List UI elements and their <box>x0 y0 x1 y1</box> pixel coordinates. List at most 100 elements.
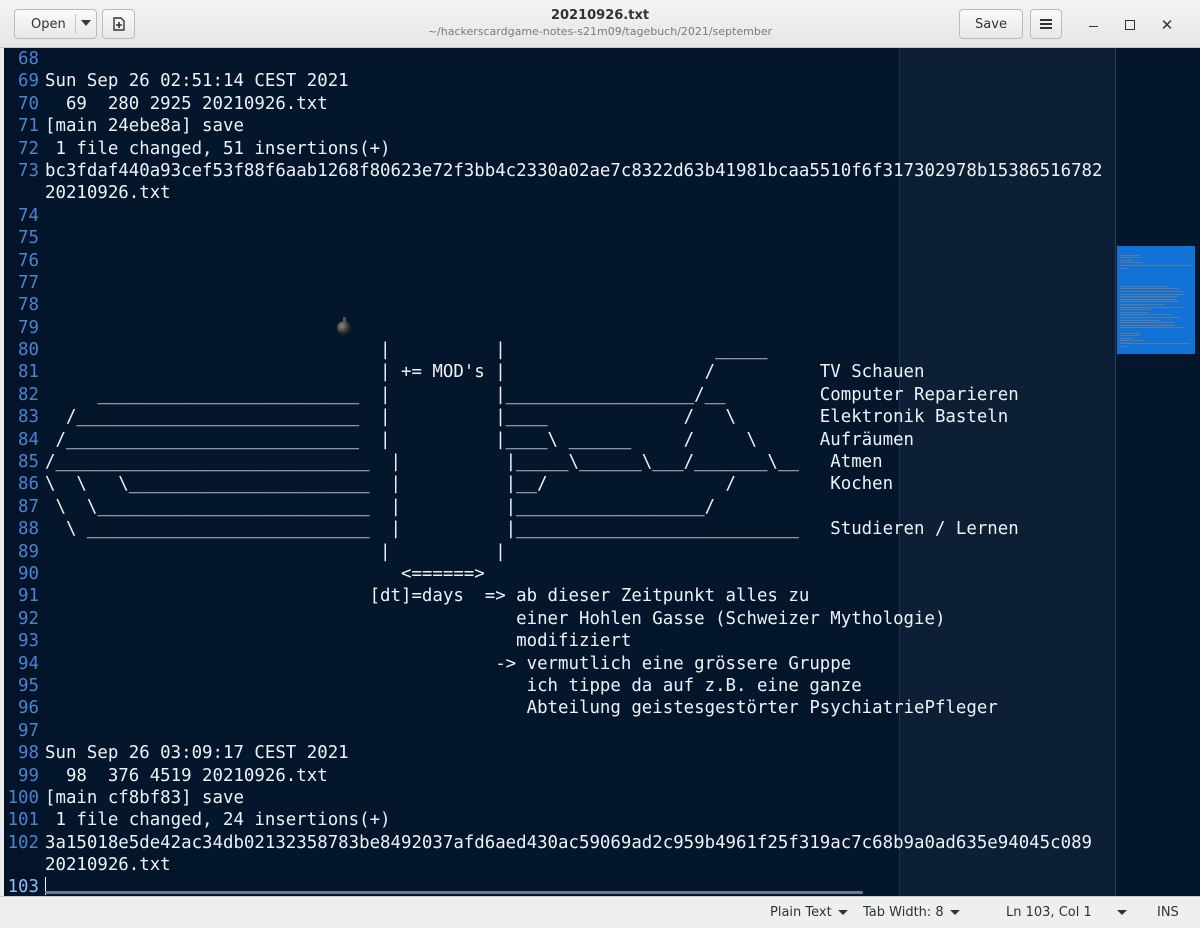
minimap-line <box>1120 327 1184 329</box>
cursor-position[interactable]: Ln 103, Col 1 <box>1006 904 1092 921</box>
line-number: 79 <box>18 317 39 338</box>
chevron-down-icon <box>81 20 91 26</box>
insert-mode-indicator: INS <box>1157 905 1179 920</box>
line-number: 102 <box>7 832 39 853</box>
text-line: modifiziert <box>45 631 632 652</box>
minimap-line <box>1120 293 1185 295</box>
minimap-line <box>1120 309 1151 311</box>
text-line: \ \ \_______________________ | |__/ / Ko… <box>45 474 894 495</box>
text-line <box>45 317 1115 339</box>
line-number: 71 <box>18 116 39 137</box>
text-line <box>45 250 1115 272</box>
minimap-line <box>1120 291 1186 292</box>
text-line: \ \__________________________ | |_______… <box>45 496 716 517</box>
minimap-line <box>1120 345 1129 347</box>
minimap-line <box>1120 265 1191 266</box>
new-document-button[interactable] <box>102 9 135 39</box>
header-bar: Open 20210926.txt ~/hackerscardgame-note… <box>0 0 1200 48</box>
open-button[interactable]: Open <box>14 9 97 39</box>
text-line: 20210926.txt <box>45 855 171 876</box>
line-number: 73 <box>18 160 39 181</box>
minimap-line <box>1120 285 1169 287</box>
tab-width-selector[interactable]: Tab Width: 8 <box>863 904 960 921</box>
line-number: 69 <box>18 71 39 92</box>
minimap-line <box>1120 324 1175 326</box>
chevron-down-icon <box>837 910 848 915</box>
text-line: einer Hohlen Gasse (Schweizer Mythologie… <box>45 608 946 629</box>
text-line: /___________________________ | |____ / \… <box>45 407 1009 428</box>
text-line: \ ___________________________ | |_______… <box>45 519 1019 540</box>
text-line: [main 24ebe8a] save <box>45 116 244 137</box>
line-number: 95 <box>18 675 39 696</box>
minimap-line <box>1120 267 1129 269</box>
line-number: 103 <box>7 877 39 896</box>
line-number: 97 <box>18 720 39 741</box>
line-number: 84 <box>18 429 39 450</box>
maximize-icon <box>1125 20 1135 30</box>
line-number: 92 <box>18 608 39 629</box>
minimize-icon <box>1088 25 1098 27</box>
horizontal-scrollbar[interactable] <box>45 891 863 894</box>
vertical-scrollbar[interactable] <box>1195 48 1200 896</box>
line-number: 88 <box>18 519 39 540</box>
minimap-line <box>1120 343 1190 344</box>
minimap-line <box>1120 262 1144 264</box>
line-number: 93 <box>18 631 39 652</box>
main-menu-button[interactable] <box>1030 9 1062 39</box>
minimap-line <box>1120 301 1177 303</box>
text-line: /______________________________ | |_____… <box>45 452 883 473</box>
status-bar: Plain Text Tab Width: 8 Ln 103, Col 1 IN… <box>0 896 1200 928</box>
minimap-line <box>1120 298 1176 300</box>
text-line <box>45 227 1115 249</box>
line-number: 68 <box>18 49 39 69</box>
line-number: 82 <box>18 384 39 405</box>
text-line <box>45 205 1115 227</box>
minimap-line <box>1120 332 1141 334</box>
line-number <box>4 854 39 876</box>
minimap-line <box>1120 322 1174 324</box>
window-title: 20210926.txt <box>550 8 650 23</box>
text-line: Sun Sep 26 02:51:14 CEST 2021 <box>45 71 349 92</box>
line-number: 77 <box>18 272 39 293</box>
tab-width-label: Tab Width: 8 <box>863 905 944 920</box>
text-line: 20210926.txt <box>45 183 171 204</box>
minimap-line <box>1120 296 1179 298</box>
line-number: 76 <box>18 250 39 271</box>
line-number: 90 <box>18 563 39 584</box>
minimap-line <box>1120 259 1134 261</box>
line-number: 94 <box>18 653 39 674</box>
editor-area[interactable]: 68 69 70 71 72 73 74 75 76 77 78 79 80 81 82 83 84 85 86 87… <box>4 48 1200 896</box>
line-number: 96 <box>18 698 39 719</box>
text-line <box>45 272 1115 294</box>
line-number: 98 <box>18 743 39 764</box>
text-line: 98 376 4519 20210926.txt <box>45 765 328 786</box>
minimap-line <box>1120 257 1139 259</box>
text-line: <======> <box>45 563 485 584</box>
line-number: 89 <box>18 541 39 562</box>
bomb-emoji-icon <box>337 317 351 335</box>
file-path: ~/hackerscardgame-notes-s21m09/tagebuch/… <box>427 25 773 38</box>
new-document-icon <box>112 17 125 31</box>
chevron-down-icon <box>949 910 960 915</box>
maximize-button[interactable] <box>1119 14 1141 36</box>
language-selector[interactable]: Plain Text <box>770 904 848 921</box>
close-button[interactable]: ✕ <box>1156 14 1178 36</box>
text-line: | += MOD's | / TV Schauen <box>45 362 925 383</box>
text-line: 3a15018e5de42ac34db02132358783be8492037a… <box>45 832 1093 853</box>
text-line: 69 280 2925 20210926.txt <box>45 93 328 114</box>
text-line <box>45 294 1115 316</box>
text-line: [main cf8bf83] save <box>45 787 244 808</box>
minimap[interactable] <box>1115 48 1196 896</box>
text-line: | | _____ <box>45 340 768 361</box>
text-view[interactable]: Sun Sep 26 02:51:14 CEST 2021 69 280 292… <box>45 48 1115 896</box>
line-number: 80 <box>18 340 39 361</box>
minimap-line <box>1120 335 1139 337</box>
minimize-button[interactable] <box>1082 14 1104 36</box>
text-line: [dt]=days => ab dieser Zeitpunkt alles z… <box>45 586 810 607</box>
chevron-down-icon[interactable] <box>1117 910 1127 915</box>
text-line: Sun Sep 26 03:09:17 CEST 2021 <box>45 743 349 764</box>
text-line <box>45 720 1115 742</box>
text-editor-window: Open 20210926.txt ~/hackerscardgame-note… <box>0 0 1200 928</box>
save-button[interactable]: Save <box>959 9 1023 39</box>
text-line: 1 file changed, 24 insertions(+) <box>45 810 391 831</box>
